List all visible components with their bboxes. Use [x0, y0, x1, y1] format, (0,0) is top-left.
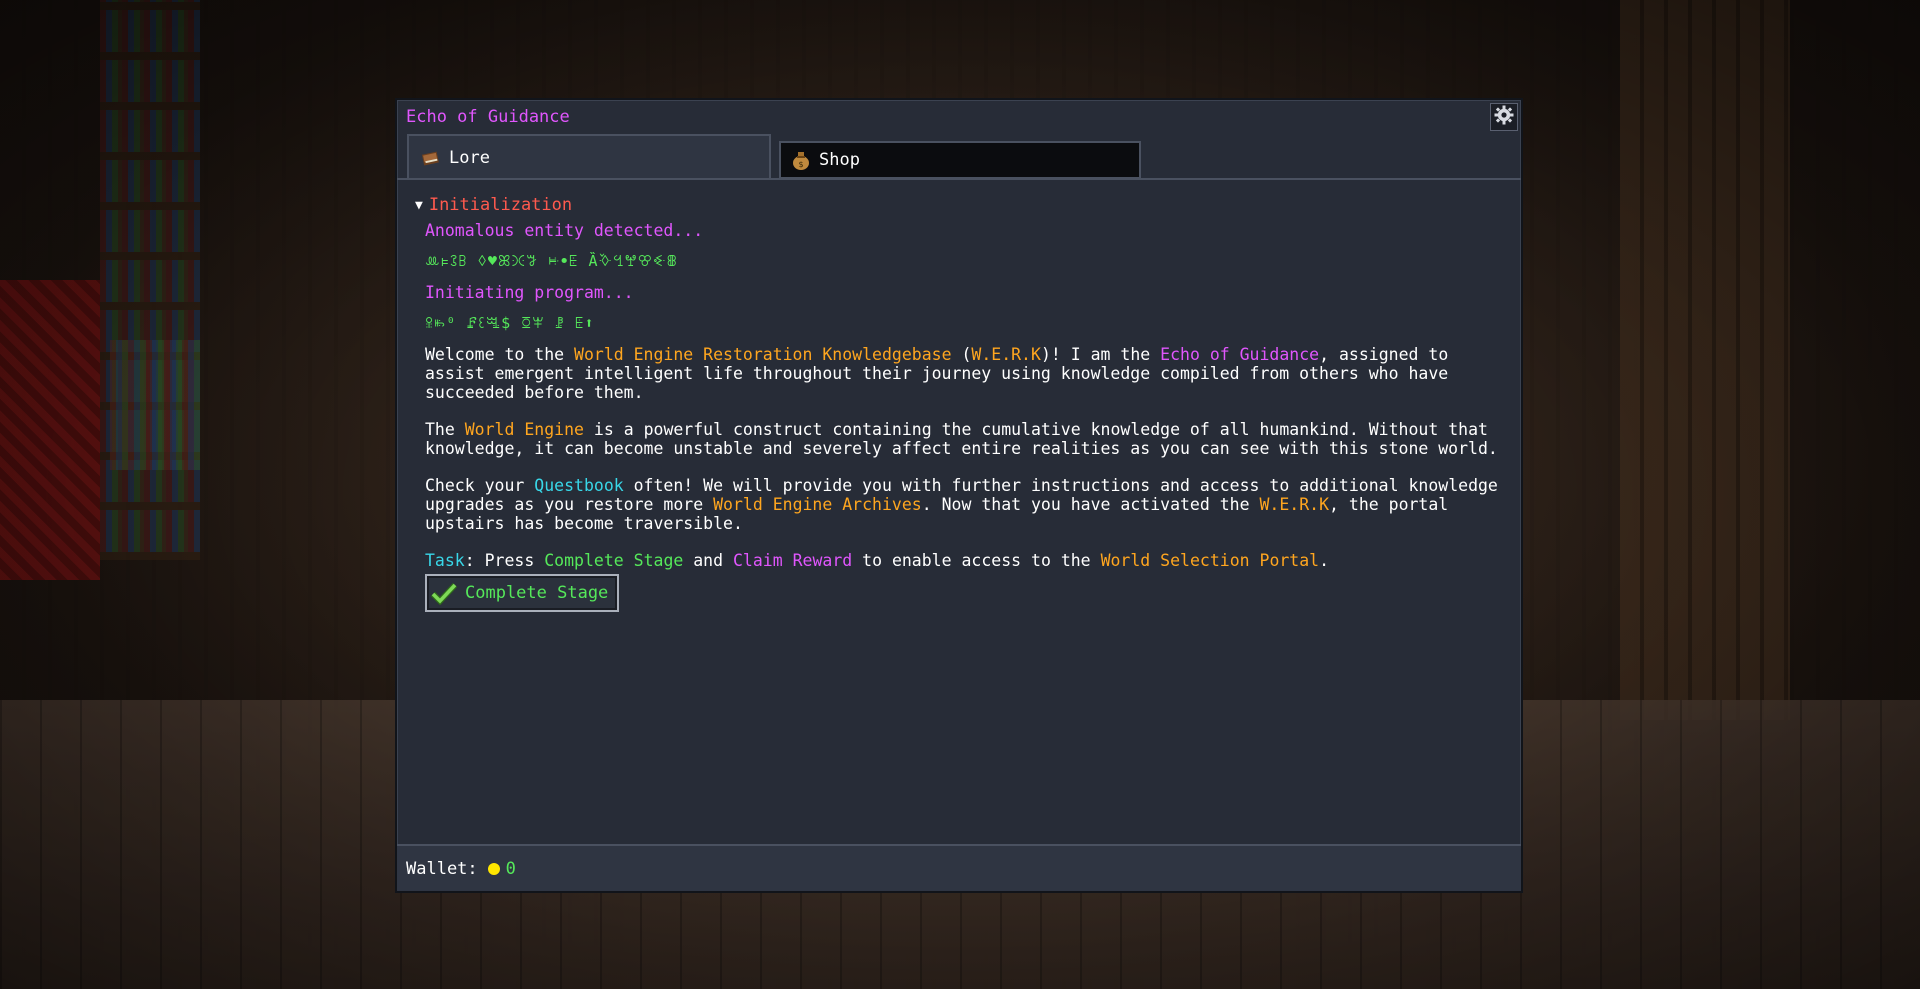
panel-title: Echo of Guidance [406, 107, 570, 127]
initiating-line: Initiating program... [425, 283, 634, 302]
triangle-down-icon: ▼ [415, 198, 423, 213]
section-initialization-toggle[interactable]: ▼ Initialization [415, 196, 1505, 215]
lore-content: ▼ Initialization Anomalous entity detect… [415, 196, 1505, 612]
anomalous-line: Anomalous entity detected... [425, 221, 704, 240]
tab-lore-label: Lore [449, 147, 490, 168]
checkmark-icon [431, 581, 457, 605]
portal-term: World Selection Portal [1100, 551, 1320, 570]
world-engine-paragraph: The World Engine is a powerful construct… [425, 420, 1505, 458]
echo-panel: Echo of Guidance Lore $ Shop ▼ Initializ… [395, 98, 1523, 893]
svg-text:$: $ [798, 160, 803, 169]
glyph-line-1: ꔛ⊧ꕘꕗ ꕺ♥ꕤꖻꗌ ꔜꔷꗍ Ȁ̌ꕻꔇꖡꕢꔾꕬ [425, 252, 678, 270]
complete-stage-button[interactable]: Complete Stage [425, 574, 619, 612]
claim-reward-term: Claim Reward [732, 551, 853, 570]
section-title: Initialization [428, 195, 573, 215]
tab-divider [397, 178, 1521, 180]
text-fragment: and [683, 551, 733, 570]
text-fragment: )! I am the [1040, 345, 1161, 364]
werk-full-name: World Engine Restoration Knowledgebase [574, 345, 952, 364]
money-bag-icon: $ [791, 149, 811, 171]
text-fragment: . [1319, 551, 1330, 570]
text-fragment: Welcome to the [425, 345, 575, 364]
text-fragment: to enable access to the [852, 551, 1101, 570]
gear-icon [1494, 105, 1514, 129]
tab-shop-label: Shop [819, 150, 860, 170]
questbook-term: Questbook [534, 476, 624, 495]
book-icon [421, 149, 441, 167]
text-fragment: ( [951, 345, 972, 364]
text-fragment: : Press [464, 551, 545, 570]
tab-shop[interactable]: $ Shop [779, 141, 1141, 179]
questbook-paragraph: Check your Questbook often! We will prov… [425, 476, 1505, 533]
text-fragment: The [425, 420, 465, 439]
settings-button[interactable] [1490, 103, 1518, 131]
echo-name: Echo of Guidance [1160, 345, 1320, 364]
complete-stage-term: Complete Stage [544, 551, 684, 570]
text-fragment: Check your [425, 476, 535, 495]
werk-acronym: W.E.R.K [971, 345, 1041, 364]
werk-acronym: W.E.R.K [1259, 495, 1330, 514]
text-fragment: is a powerful construct containing the c… [425, 420, 1498, 458]
glyph-line-2: ꕉꖳ⁰ ꗕꘓꗆ$ ꗞꕽ ꗗ ꗍ⬆ [425, 314, 595, 332]
task-label: Task [425, 551, 465, 570]
coin-icon [487, 862, 500, 875]
text-fragment: . Now that you have activated the [921, 495, 1260, 514]
archives-term: World Engine Archives [713, 495, 922, 514]
welcome-paragraph: Welcome to the World Engine Restoration … [425, 345, 1505, 402]
task-line: Task: Press Complete Stage and Claim Rew… [425, 551, 1505, 570]
wallet-label: Wallet: [406, 858, 478, 879]
world-engine-term: World Engine [464, 420, 584, 439]
wallet-bar: Wallet: 0 [397, 844, 1521, 891]
section-body: Anomalous entity detected... ꔛ⊧ꕘꕗ ꕺ♥ꕤꖻꗌ … [425, 221, 1505, 612]
complete-stage-label: Complete Stage [465, 582, 609, 603]
tab-lore[interactable]: Lore [407, 134, 771, 179]
wallet-value: 0 [505, 858, 516, 879]
